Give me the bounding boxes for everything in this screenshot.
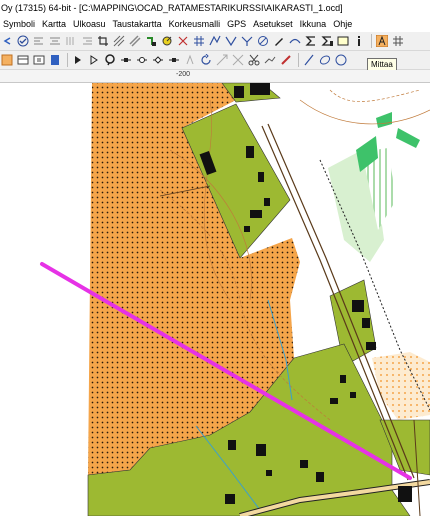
menu-taustakartta[interactable]: Taustakartta	[110, 16, 166, 32]
building	[352, 300, 364, 312]
map-canvas[interactable]	[0, 83, 430, 516]
menu-ulkoasu[interactable]: Ulkoasu	[70, 16, 110, 32]
building	[250, 210, 262, 218]
horizontal-ruler: -200	[0, 70, 430, 83]
select-arrow-icon[interactable]	[87, 53, 100, 67]
building	[246, 146, 254, 158]
toolbar-main	[0, 32, 430, 51]
menu-symboli[interactable]: Symboli	[0, 16, 39, 32]
ellipse-icon[interactable]	[318, 53, 331, 67]
frame-icon[interactable]	[0, 53, 13, 67]
check-circle-icon[interactable]	[16, 34, 29, 48]
sigma-icon[interactable]	[304, 34, 317, 48]
menu-korkeusmalli[interactable]: Korkeusmalli	[166, 16, 225, 32]
align-right-icon[interactable]	[80, 34, 93, 48]
ruler-label: -200	[176, 71, 191, 78]
stripes-icon[interactable]	[128, 34, 141, 48]
building	[225, 494, 235, 504]
play-icon[interactable]	[71, 53, 84, 67]
hash-icon[interactable]	[192, 34, 205, 48]
add-vertex-icon[interactable]	[135, 53, 148, 67]
sigma-bar-icon[interactable]	[320, 34, 333, 48]
menu-asetukset[interactable]: Asetukset	[250, 16, 297, 32]
building-bottom	[398, 486, 412, 502]
tooltip-text: Mittaa	[371, 60, 393, 69]
building	[234, 86, 244, 98]
building	[300, 460, 308, 468]
stretch-icon[interactable]	[231, 53, 244, 67]
curve-split-icon[interactable]	[224, 34, 237, 48]
scissors-icon[interactable]	[247, 53, 260, 67]
building	[340, 375, 346, 383]
align-center-icon[interactable]	[48, 34, 61, 48]
cut-vertex-icon[interactable]	[183, 53, 196, 67]
corner-vertex-icon[interactable]	[151, 53, 164, 67]
lasso-icon[interactable]	[103, 53, 116, 67]
align-left-icon[interactable]	[32, 34, 45, 48]
building	[244, 226, 250, 232]
building	[362, 318, 370, 328]
toolbar-drawing	[0, 51, 430, 70]
page-layout-icon[interactable]	[16, 53, 29, 67]
info-icon[interactable]	[352, 34, 365, 48]
path-icon[interactable]	[263, 53, 276, 67]
hatch-icon[interactable]	[112, 34, 125, 48]
pen-icon[interactable]	[272, 34, 285, 48]
print-layout-icon[interactable]	[32, 53, 45, 67]
window-title: Oy (17315) 64-bit - [C:\MAPPING\OCAD_RAT…	[1, 3, 343, 13]
rotate-yellow-icon[interactable]	[160, 34, 173, 48]
menu-ohje[interactable]: Ohje	[330, 16, 356, 32]
grid-icon[interactable]	[391, 34, 404, 48]
building	[256, 444, 266, 456]
building	[316, 472, 324, 482]
menu-ikkuna[interactable]: Ikkuna	[297, 16, 331, 32]
window-title-bar: Oy (17315) 64-bit - [C:\MAPPING\OCAD_RAT…	[0, 0, 430, 16]
bookmark-icon[interactable]	[48, 53, 61, 67]
pencil-icon[interactable]	[279, 53, 292, 67]
straight-line-icon[interactable]	[302, 53, 315, 67]
no-curve-icon[interactable]	[256, 34, 269, 48]
curve-up-icon[interactable]	[208, 34, 221, 48]
move-point-icon[interactable]	[119, 53, 132, 67]
orienteering-map[interactable]	[0, 83, 430, 516]
circle-icon[interactable]	[334, 53, 347, 67]
text-box-icon[interactable]	[336, 34, 349, 48]
scale-icon[interactable]	[215, 53, 228, 67]
menu-gps[interactable]: GPS	[224, 16, 250, 32]
merge-icon[interactable]	[240, 34, 253, 48]
font-a-icon[interactable]	[375, 34, 388, 48]
delete-vertex-icon[interactable]	[167, 53, 180, 67]
menu-kartta[interactable]: Kartta	[39, 16, 70, 32]
collapse-icon[interactable]	[0, 34, 13, 48]
toolbar-separator	[67, 53, 68, 67]
crop-icon[interactable]	[96, 34, 109, 48]
toolbar-separator	[371, 34, 372, 48]
building	[350, 392, 356, 398]
building	[330, 398, 338, 404]
distribute-icon[interactable]	[64, 34, 77, 48]
smooth-icon[interactable]	[288, 34, 301, 48]
building	[266, 470, 272, 476]
cut-icon[interactable]	[176, 34, 189, 48]
building	[250, 83, 270, 95]
symbol-green-icon[interactable]	[144, 34, 157, 48]
building	[366, 342, 376, 350]
menu-bar: Symboli Kartta Ulkoasu Taustakartta Kork…	[0, 16, 430, 32]
building	[258, 172, 264, 182]
building	[228, 440, 236, 450]
rotate-icon[interactable]	[199, 53, 212, 67]
building	[264, 198, 270, 206]
toolbar-separator	[298, 53, 299, 67]
